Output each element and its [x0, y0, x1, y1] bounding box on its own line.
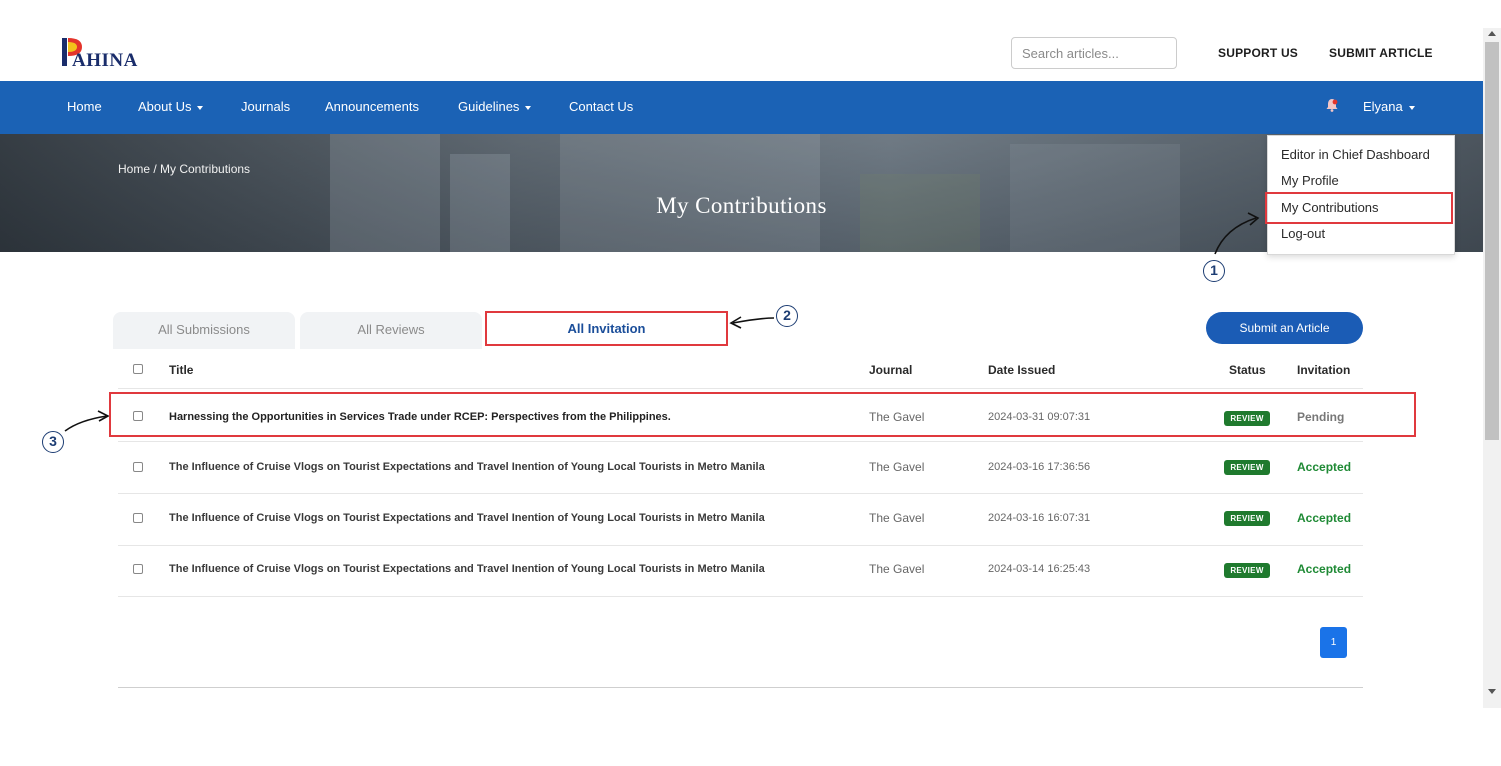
scrollbar-thumb[interactable]: [1485, 42, 1499, 440]
page-title: My Contributions: [656, 193, 827, 218]
nav-about-us[interactable]: About Us: [138, 99, 204, 114]
caret-down-icon: [525, 105, 532, 110]
menu-item-my-profile[interactable]: My Profile: [1281, 173, 1339, 188]
logo-text: AHINA: [72, 50, 138, 71]
caret-down-icon: [1408, 105, 1415, 110]
row-divider: [118, 388, 1363, 389]
user-menu-toggle[interactable]: Elyana: [1363, 99, 1415, 114]
nav-announcements[interactable]: Announcements: [325, 99, 419, 114]
row-journal: The Gavel: [869, 511, 925, 525]
table-row[interactable]: The Influence of Cruise Vlogs on Tourist…: [0, 442, 1483, 493]
tab-all-reviews[interactable]: All Reviews: [300, 312, 482, 349]
invitation-status: Accepted: [1297, 460, 1352, 474]
menu-item-logout[interactable]: Log-out: [1281, 226, 1325, 241]
status-badge: REVIEW: [1224, 563, 1270, 578]
caret-down-icon: [197, 105, 204, 110]
column-header-status: Status: [1229, 363, 1266, 377]
row-title[interactable]: The Influence of Cruise Vlogs on Tourist…: [169, 512, 765, 524]
search-input[interactable]: [1011, 37, 1177, 69]
nav-about-us-label: About Us: [138, 99, 192, 114]
row-divider: [118, 596, 1363, 597]
submit-article-link[interactable]: SUBMIT ARTICLE: [1329, 46, 1433, 60]
main-navbar: [0, 81, 1483, 134]
row-journal: The Gavel: [869, 562, 925, 576]
row-date: 2024-03-16 16:07:31: [988, 512, 1091, 524]
menu-item-editor-dashboard[interactable]: Editor in Chief Dashboard: [1281, 147, 1430, 162]
highlight-box-row: [109, 392, 1416, 437]
breadcrumb: Home / My Contributions: [118, 162, 251, 176]
row-journal: The Gavel: [869, 460, 925, 474]
submit-article-button[interactable]: Submit an Article: [1206, 312, 1363, 344]
tab-all-invitation[interactable]: All Invitation: [485, 311, 728, 346]
highlight-box-my-contributions: [1265, 192, 1453, 224]
row-title[interactable]: The Influence of Cruise Vlogs on Tourist…: [169, 461, 765, 473]
nav-home[interactable]: Home: [67, 99, 102, 114]
column-header-date: Date Issued: [988, 363, 1056, 377]
row-title[interactable]: The Influence of Cruise Vlogs on Tourist…: [169, 563, 765, 575]
row-date: 2024-03-16 17:36:56: [988, 461, 1091, 473]
nav-guidelines[interactable]: Guidelines: [458, 99, 532, 114]
invitation-status: Accepted: [1297, 562, 1352, 576]
column-header-title: Title: [169, 363, 194, 377]
pagination-page-1[interactable]: 1: [1320, 627, 1347, 658]
select-all-checkbox[interactable]: [133, 364, 143, 374]
scroll-down-arrow-icon[interactable]: [1488, 689, 1496, 695]
user-name: Elyana: [1363, 99, 1403, 114]
status-badge: REVIEW: [1224, 511, 1270, 526]
invitation-status: Accepted: [1297, 511, 1352, 525]
row-date: 2024-03-14 16:25:43: [988, 563, 1091, 575]
row-checkbox[interactable]: [133, 564, 143, 574]
scroll-up-arrow-icon[interactable]: [1488, 30, 1496, 36]
row-checkbox[interactable]: [133, 513, 143, 523]
content-bottom-divider: [118, 687, 1363, 688]
table-row[interactable]: The Influence of Cruise Vlogs on Tourist…: [0, 494, 1483, 545]
column-header-invitation: Invitation: [1297, 363, 1351, 377]
notification-bell-icon[interactable]: [1326, 98, 1338, 112]
nav-contact-us[interactable]: Contact Us: [569, 99, 633, 114]
column-header-journal: Journal: [869, 363, 913, 377]
row-checkbox[interactable]: [133, 462, 143, 472]
status-badge: REVIEW: [1224, 460, 1270, 475]
annotation-badge-1: 1: [1203, 260, 1225, 282]
nav-journals[interactable]: Journals: [241, 99, 290, 114]
tab-all-submissions[interactable]: All Submissions: [113, 312, 295, 349]
nav-guidelines-label: Guidelines: [458, 99, 520, 114]
table-row[interactable]: The Influence of Cruise Vlogs on Tourist…: [0, 546, 1483, 597]
support-us-link[interactable]: SUPPORT US: [1218, 46, 1298, 60]
annotation-badge-2: 2: [776, 305, 798, 327]
